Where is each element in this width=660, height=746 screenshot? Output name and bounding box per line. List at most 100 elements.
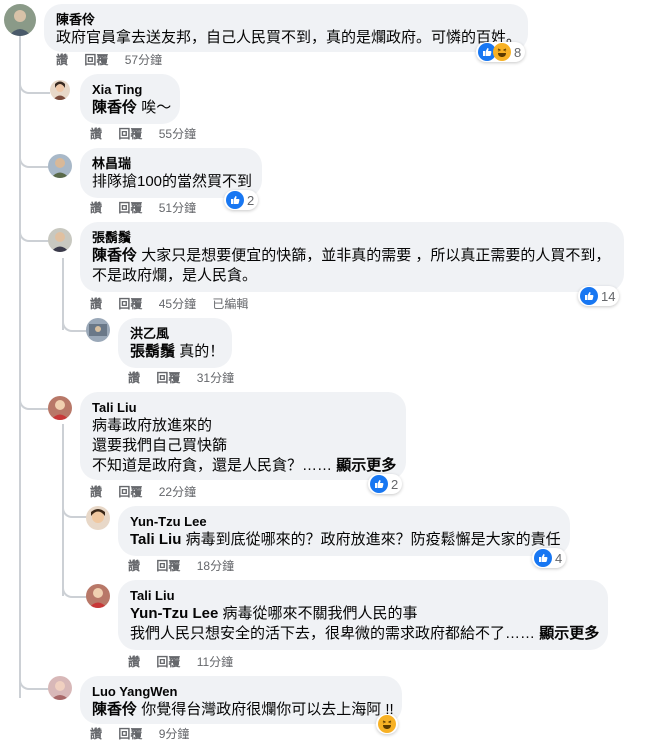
like-button[interactable]: 讚	[90, 201, 102, 215]
avatar[interactable]	[48, 154, 72, 178]
thread-connector	[19, 670, 50, 690]
thread-connector	[19, 148, 50, 168]
reaction-summary[interactable]: 2	[368, 474, 403, 494]
reply-button[interactable]: 回覆	[118, 727, 142, 741]
thread-connector	[19, 74, 50, 94]
comment-actions: 讚 回覆 22分鐘	[90, 484, 209, 500]
comment-actions: 讚 回覆 55分鐘	[90, 126, 209, 142]
reply-button[interactable]: 回覆	[156, 655, 180, 669]
reaction-summary[interactable]: 2	[224, 190, 259, 210]
edited-label[interactable]: 已編輯	[212, 297, 248, 311]
comment-actions: 讚 回覆 9分鐘	[90, 726, 202, 742]
reply-button[interactable]: 回覆	[156, 559, 180, 573]
reply-button[interactable]: 回覆	[118, 485, 142, 499]
timestamp[interactable]: 18分鐘	[197, 559, 234, 573]
like-button[interactable]: 讚	[90, 297, 102, 311]
comment-text: 大家只是想要便宜的快篩，並非真的需要 ，所以真正需要的人買不到，	[141, 247, 611, 264]
reply-button[interactable]: 回覆	[118, 201, 142, 215]
reply-button[interactable]: 回覆	[118, 297, 142, 311]
mention-link[interactable]: 陳香伶	[92, 701, 137, 718]
avatar[interactable]	[86, 584, 110, 608]
timestamp[interactable]: 22分鐘	[159, 485, 196, 499]
comment-author[interactable]: Yun-Tzu Lee	[130, 514, 558, 530]
avatar[interactable]	[48, 228, 72, 252]
timestamp[interactable]: 51分鐘	[159, 201, 196, 215]
timestamp[interactable]: 31分鐘	[197, 371, 234, 385]
avatar[interactable]	[4, 4, 36, 36]
reaction-summary[interactable]: 4	[532, 548, 567, 568]
avatar[interactable]	[48, 396, 72, 420]
like-icon	[226, 191, 244, 209]
comment-actions: 讚 回覆 31分鐘	[128, 370, 247, 386]
thread-connector	[62, 578, 89, 598]
comment-author[interactable]: 陳香伶	[56, 12, 516, 28]
avatar[interactable]	[48, 676, 72, 700]
comment-text-line: 我們人民只想安全的活下去，很卑微的需求政府都給不了……	[130, 625, 536, 642]
avatar[interactable]	[86, 318, 110, 342]
like-icon	[580, 287, 598, 305]
comment-author[interactable]: Luo YangWen	[92, 684, 390, 700]
comment-text: 病毒到底從哪來的？政府放進來？防疫鬆懈是大家的責任	[185, 531, 561, 548]
comment-actions: 讚 回覆 11分鐘	[128, 654, 246, 670]
mention-link[interactable]: 陳香伶	[92, 99, 137, 116]
mention-link[interactable]: Yun-Tzu Lee	[130, 605, 218, 622]
comment-text: 你覺得台灣政府很爛你可以去上海阿 !!	[141, 701, 394, 718]
like-button[interactable]: 讚	[128, 559, 140, 573]
haha-icon	[378, 715, 396, 733]
reaction-count: 4	[555, 550, 563, 566]
avatar[interactable]	[86, 506, 110, 530]
timestamp[interactable]: 55分鐘	[159, 127, 196, 141]
like-button[interactable]: 讚	[128, 371, 140, 385]
reaction-count: 2	[247, 192, 255, 208]
timestamp[interactable]: 9分鐘	[159, 727, 190, 741]
comment-bubble: Luo YangWen 陳香伶 你覺得台灣政府很爛你可以去上海阿 !!	[80, 676, 402, 724]
comment-text-line: 不是政府爛，是人民貪。	[92, 267, 258, 284]
reaction-summary[interactable]: 8	[476, 42, 526, 62]
comment-author[interactable]: 洪乙風	[130, 326, 220, 342]
reaction-count: 2	[391, 476, 399, 492]
comment-text: 唉～	[141, 99, 172, 116]
like-button[interactable]: 讚	[56, 53, 68, 67]
see-more-link[interactable]: 顯示更多	[539, 625, 599, 642]
like-button[interactable]: 讚	[128, 655, 140, 669]
reply-button[interactable]: 回覆	[156, 371, 180, 385]
reaction-count: 14	[601, 288, 616, 304]
thread-connector	[62, 312, 89, 332]
reaction-summary[interactable]: 14	[578, 286, 620, 306]
reaction-summary[interactable]	[376, 714, 398, 734]
comment-author[interactable]: Xia Ting	[92, 82, 168, 98]
comment-bubble: Yun-Tzu Lee Tali Liu 病毒到底從哪來的？政府放進來？防疫鬆懈…	[118, 506, 570, 556]
thread-connector	[62, 498, 89, 518]
comment-author[interactable]: 林昌瑞	[92, 156, 250, 172]
mention-link[interactable]: Tali Liu	[130, 531, 181, 548]
comment-author[interactable]: 張鬍鬚	[92, 230, 612, 246]
mention-link[interactable]: 張鬍鬚	[130, 343, 175, 360]
timestamp[interactable]: 45分鐘	[159, 297, 196, 311]
like-button[interactable]: 讚	[90, 727, 102, 741]
like-button[interactable]: 讚	[90, 127, 102, 141]
comment-text: 政府官員拿去送友邦，自己人民買不到，真的是爛政府。可憐的百姓。	[56, 29, 522, 46]
comment-bubble: 洪乙風 張鬍鬚 真的！	[118, 318, 232, 368]
comment-bubble: 陳香伶 政府官員拿去送友邦，自己人民買不到，真的是爛政府。可憐的百姓。	[44, 4, 528, 52]
like-icon	[534, 549, 552, 567]
comment-text: 病毒從哪來不關我們人民的事	[222, 605, 418, 622]
comment-text: 真的！	[179, 343, 225, 360]
thread-line	[19, 34, 21, 698]
see-more-link[interactable]: 顯示更多	[336, 457, 396, 474]
timestamp[interactable]: 57分鐘	[125, 53, 162, 67]
mention-link[interactable]: 陳香伶	[92, 247, 137, 264]
avatar[interactable]	[50, 80, 70, 100]
thread-connector	[19, 222, 50, 242]
like-button[interactable]: 讚	[90, 485, 102, 499]
timestamp[interactable]: 11分鐘	[197, 655, 233, 669]
comment-text: 排隊搶100的當然買不到	[92, 173, 253, 190]
comment-bubble: Tali Liu 病毒政府放進來的 還要我們自己買快篩 不知道是政府貪，還是人民…	[80, 392, 406, 480]
comment-author[interactable]: Tali Liu	[92, 400, 394, 416]
comment-actions: 讚 回覆 18分鐘	[128, 558, 247, 574]
comment-text-line: 還要我們自己買快篩	[92, 437, 228, 454]
reply-button[interactable]: 回覆	[118, 127, 142, 141]
reply-button[interactable]: 回覆	[84, 53, 108, 67]
comment-actions: 讚 回覆 45分鐘 已編輯	[90, 296, 261, 312]
comment-author[interactable]: Tali Liu	[130, 588, 596, 604]
haha-icon	[493, 43, 511, 61]
